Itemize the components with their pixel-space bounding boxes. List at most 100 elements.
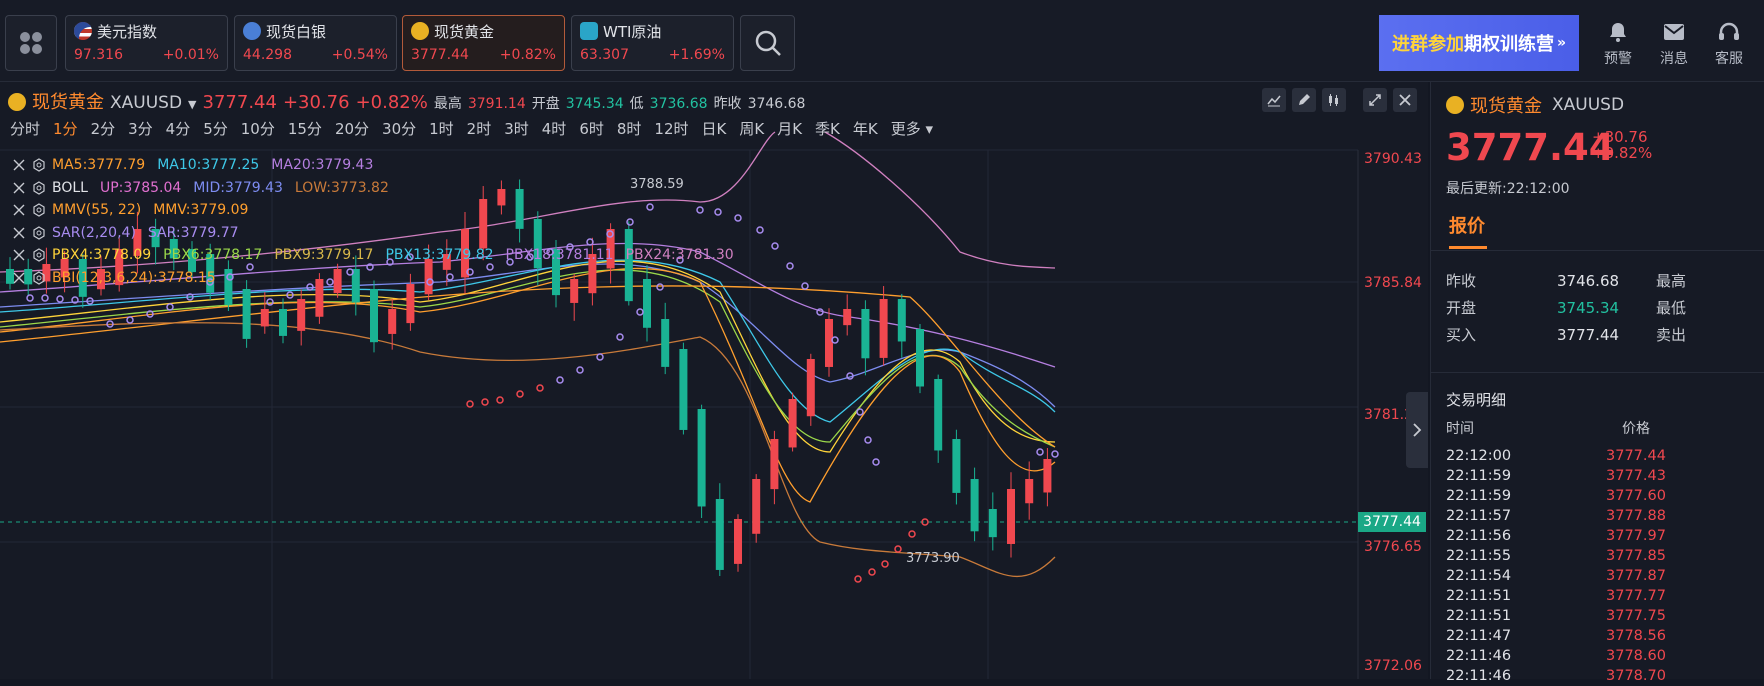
gold-icon <box>8 93 26 111</box>
ticker-card-silver[interactable]: 现货白银 44.298 +0.54% <box>234 15 397 71</box>
period-tab[interactable]: 季K <box>815 118 840 139</box>
sar-dot <box>771 242 779 250</box>
period-tab[interactable]: 周K <box>739 118 764 139</box>
settings-icon[interactable] <box>32 158 46 172</box>
period-tab[interactable]: 1时 <box>429 118 454 139</box>
side-panel-toggle[interactable] <box>1406 392 1428 468</box>
silver-icon <box>243 22 261 40</box>
period-tab[interactable]: 更多 ▾ <box>891 118 933 139</box>
remove-indicator-icon[interactable] <box>12 248 26 262</box>
candle-style-button[interactable] <box>1322 88 1346 112</box>
period-tab[interactable]: 10分 <box>241 118 275 139</box>
ticker-card-wti[interactable]: WTI原油 63.307 +1.69% <box>571 15 734 71</box>
period-tab[interactable]: 分时 <box>10 118 40 139</box>
sar-dot <box>894 545 902 553</box>
caret-down-icon[interactable]: ▼ <box>188 98 196 111</box>
oil-icon <box>580 22 598 40</box>
period-tab[interactable]: 年K <box>853 118 878 139</box>
settings-icon[interactable] <box>32 248 46 262</box>
period-tab[interactable]: 3分 <box>128 118 153 139</box>
support-button[interactable]: 客服 <box>1707 20 1751 68</box>
current-price: 3777.44 <box>202 92 277 113</box>
indicator-row: BBI(12,3,6,24):3778.15 <box>12 267 740 290</box>
sar-dot <box>126 316 134 324</box>
side-symbol-name: 现货黄金 <box>1470 96 1542 117</box>
period-tab[interactable]: 20分 <box>335 118 369 139</box>
ticker-change: +0.82% <box>499 47 556 63</box>
period-tab[interactable]: 30分 <box>382 118 416 139</box>
sar-dot <box>556 376 564 384</box>
period-tab[interactable]: 2分 <box>91 118 116 139</box>
period-tab[interactable]: 日K <box>702 118 727 139</box>
trade-price: 3777.60 <box>1606 488 1666 504</box>
trade-time: 22:11:59 <box>1446 488 1512 504</box>
promo-banner[interactable]: 进群参加 期权训练营» <box>1379 15 1579 71</box>
prev-close-value: 3746.68 <box>747 96 806 112</box>
remove-indicator-icon[interactable] <box>12 271 26 285</box>
indicator-tool-button[interactable] <box>1262 88 1286 112</box>
period-tab[interactable]: 月K <box>777 118 802 139</box>
indicator-value: BBI(12,3,6,24):3778.15 <box>52 269 216 286</box>
remove-indicator-icon[interactable] <box>12 158 26 172</box>
period-tab[interactable]: 4时 <box>542 118 567 139</box>
indicator-row: BOLL UP:3785.04 MID:3779.43 LOW:3773.82 <box>12 177 740 200</box>
low-label: 低 <box>629 96 644 112</box>
symbol-code[interactable]: XAUUSD <box>110 93 182 113</box>
trade-row: 22:11:54 3777.87 <box>1446 566 1666 586</box>
settings-icon[interactable] <box>32 226 46 240</box>
trade-row: 22:11:59 3777.60 <box>1446 486 1666 506</box>
y-axis-label: 3776.65 <box>1364 539 1422 555</box>
trade-head-price: 价格 <box>1622 421 1650 437</box>
period-tab[interactable]: 2时 <box>467 118 492 139</box>
low-value: 3736.68 <box>649 96 708 112</box>
period-tab[interactable]: 8时 <box>617 118 642 139</box>
divider <box>1431 250 1764 251</box>
candle-body <box>370 289 378 343</box>
candlestick-icon <box>1329 94 1338 106</box>
remove-indicator-icon[interactable] <box>12 203 26 217</box>
y-axis-label: 3772.06 <box>1364 658 1422 674</box>
trade-time: 22:12:00 <box>1446 448 1512 464</box>
symbol-info-row: 现货黄金 XAUUSD ▼ 3777.44 +30.76 +0.82% 最高 37… <box>8 88 805 114</box>
settings-icon[interactable] <box>32 203 46 217</box>
app-menu-button[interactable] <box>5 15 57 71</box>
period-tab[interactable]: 6时 <box>579 118 604 139</box>
window-tools <box>1363 88 1417 112</box>
tab-indicator <box>1449 246 1487 249</box>
candle-body <box>242 289 251 339</box>
draw-tool-button[interactable] <box>1292 88 1316 112</box>
trade-price: 3777.77 <box>1606 588 1666 604</box>
remove-indicator-icon[interactable] <box>12 226 26 240</box>
open-value: 3745.34 <box>565 96 624 112</box>
search-button[interactable] <box>740 15 795 71</box>
period-tab[interactable]: 3时 <box>504 118 529 139</box>
symbol-name[interactable]: 现货黄金 <box>32 88 104 114</box>
ticker-price: 97.316 <box>74 47 123 63</box>
close-chart-button[interactable] <box>1393 88 1417 112</box>
settings-icon[interactable] <box>32 181 46 195</box>
candle-body <box>806 359 815 417</box>
settings-icon[interactable] <box>32 271 46 285</box>
tab-quote[interactable]: 报价 <box>1449 212 1485 238</box>
fullscreen-button[interactable] <box>1363 88 1387 112</box>
remove-indicator-icon[interactable] <box>12 181 26 195</box>
period-tab[interactable]: 15分 <box>288 118 322 139</box>
candle-body <box>406 284 415 324</box>
promo-arrow: » <box>1556 35 1567 51</box>
ticker-card-gold[interactable]: 现货黄金 3777.44 +0.82% <box>402 15 565 71</box>
period-tab[interactable]: 4分 <box>166 118 191 139</box>
indicator-row: MMV(55, 22) MMV:3779.09 <box>12 199 740 222</box>
side-symbol-code: XAUUSD <box>1552 95 1625 115</box>
indicator-legend: MA5:3777.79 MA10:3777.25 MA20:3779.43 BOLL U… <box>12 154 740 289</box>
indicator-value: SAR:3779.77 <box>147 224 239 241</box>
period-tab[interactable]: 5分 <box>203 118 228 139</box>
indicator-value: MA20:3779.43 <box>271 157 374 173</box>
trade-row: 22:11:46 3778.60 <box>1446 646 1666 666</box>
trade-price: 3778.60 <box>1606 648 1666 664</box>
sar-dot <box>166 303 174 311</box>
alert-button[interactable]: 预警 <box>1596 20 1640 68</box>
messages-button[interactable]: 消息 <box>1652 20 1696 68</box>
ticker-card-usd-index[interactable]: 美元指数 97.316 +0.01% <box>65 15 228 71</box>
period-tab[interactable]: 1分 <box>53 118 78 139</box>
period-tab[interactable]: 12时 <box>654 118 688 139</box>
